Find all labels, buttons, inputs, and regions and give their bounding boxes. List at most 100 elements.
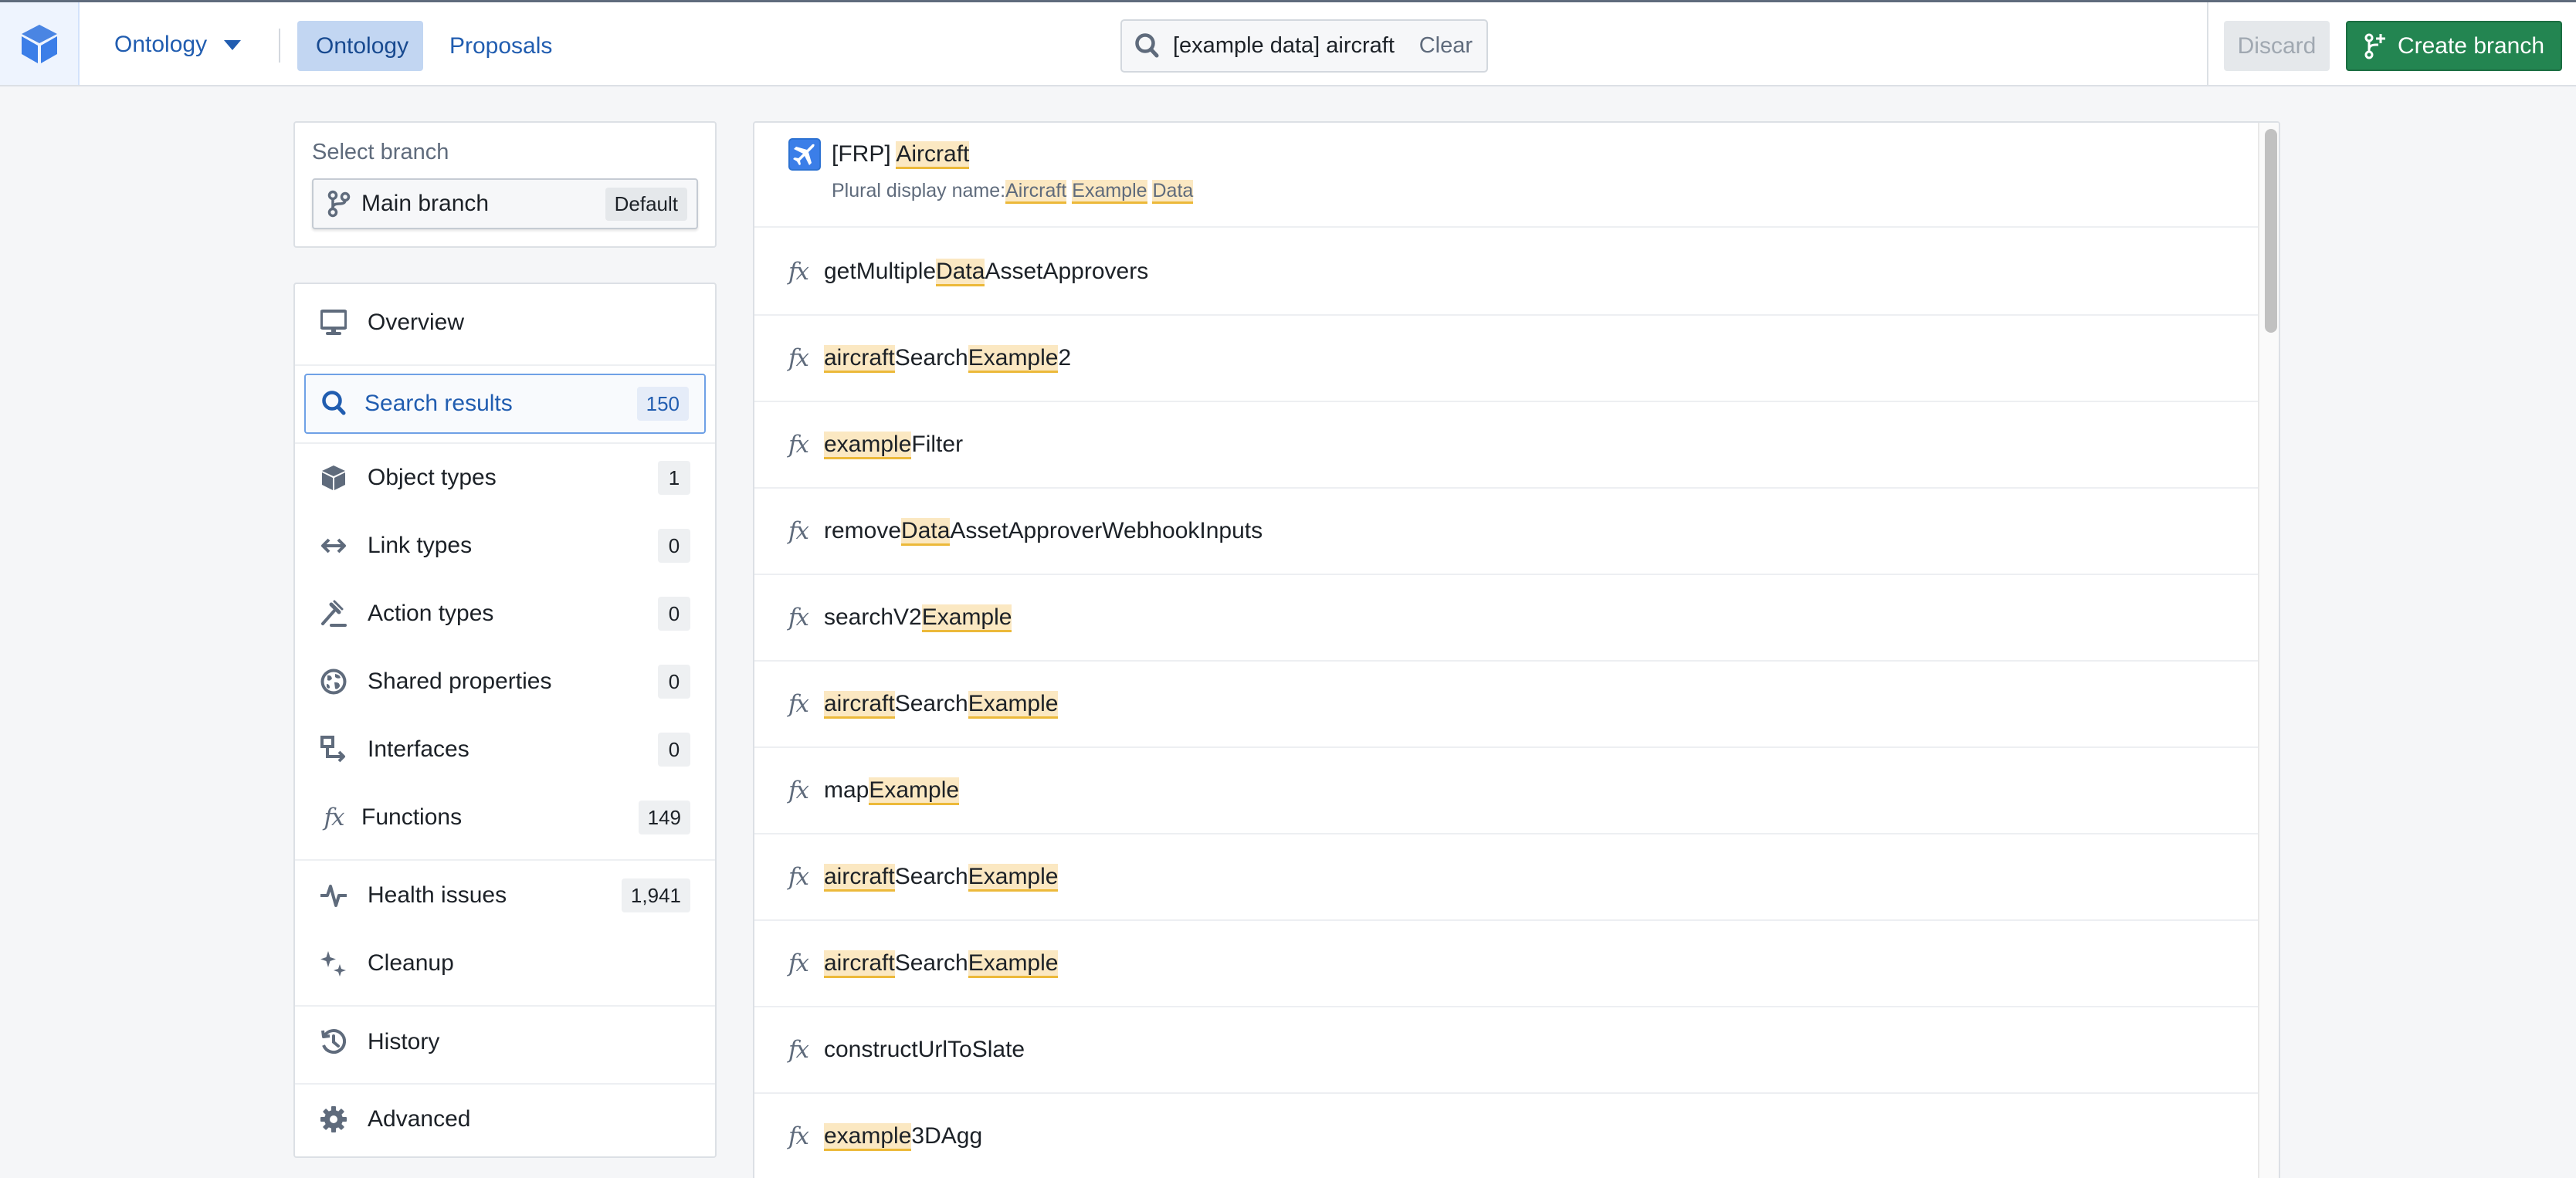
result-function[interactable]: fx exampleFilter [754, 402, 2258, 489]
sidebar-item-health-issues[interactable]: Health issues 1,941 [295, 861, 715, 929]
function-icon: fx [788, 604, 809, 631]
function-name: mapExample [824, 777, 960, 805]
text-segment: getMultiple [824, 259, 937, 284]
sidebar-item-interfaces[interactable]: Interfaces 0 [295, 716, 715, 784]
app-menu-dropdown[interactable]: Ontology [114, 21, 242, 69]
search-input[interactable]: [example data] aircraft Clear [1120, 19, 1488, 73]
match-highlight: Example [921, 604, 1012, 632]
header-divider [279, 29, 280, 63]
function-name: aircraftSearchExample [824, 864, 1059, 892]
sidebar-item-label: Cleanup [368, 950, 454, 976]
sidebar-item-action-types[interactable]: Action types 0 [295, 580, 715, 648]
search-value[interactable]: [example data] aircraft [1173, 33, 1395, 59]
match-highlight: example [824, 1123, 912, 1151]
match-highlight: Example [968, 345, 1059, 373]
branch-select[interactable]: Main branch Default [312, 178, 698, 229]
clear-search-button[interactable]: Clear [1419, 33, 1473, 59]
match-highlight: Example [869, 777, 960, 805]
caret-down-icon [224, 39, 242, 50]
function-icon: fx [788, 517, 809, 545]
sidebar-item-label: Health issues [368, 882, 507, 908]
branch-label: Select branch [312, 140, 449, 164]
sidebar-item-label: Shared properties [368, 669, 552, 694]
result-function[interactable]: fx aircraftSearchExample [754, 662, 2258, 748]
scrollbar-thumb[interactable] [2265, 129, 2277, 333]
nav-divider [295, 1005, 715, 1007]
sidebar-item-search-results[interactable]: Search results 150 [304, 374, 706, 434]
tab-label: Ontology [316, 32, 409, 59]
result-function[interactable]: fx getMultipleDataAssetApprovers [754, 229, 2258, 316]
nav-divider [295, 1083, 715, 1085]
sidebar-nav: Overview Search results 150 Object types… [293, 283, 717, 1158]
sidebar-item-label: Advanced [368, 1106, 471, 1132]
cube-icon [322, 465, 345, 490]
function-name: aircraftSearchExample [824, 691, 1059, 719]
function-name: searchV2Example [824, 604, 1012, 632]
match-highlight: aircraft [824, 691, 895, 719]
result-object-type[interactable]: [FRP] Aircraft Plural display name:Aircr… [754, 123, 2258, 228]
match-highlight: Data [1152, 180, 1194, 204]
function-icon: fx [788, 431, 809, 459]
text-segment: map [824, 777, 869, 803]
sidebar-item-label: Interfaces [368, 736, 469, 762]
tab-proposals[interactable]: Proposals [431, 21, 571, 71]
results-scrollbar[interactable] [2258, 123, 2279, 1178]
count-badge: 0 [658, 733, 690, 767]
result-function[interactable]: fx aircraftSearchExample2 [754, 316, 2258, 402]
match-highlight: Aircraft [896, 141, 970, 169]
header-divider-right [2207, 2, 2208, 85]
match-highlight: aircraft [824, 345, 895, 373]
function-name: getMultipleDataAssetApprovers [824, 259, 1149, 286]
result-function[interactable]: fx constructUrlToSlate [754, 1007, 2258, 1094]
result-function[interactable]: fx aircraftSearchExample [754, 921, 2258, 1007]
sidebar-item-overview[interactable]: Overview [295, 289, 715, 357]
sidebar-item-advanced[interactable]: Advanced [295, 1085, 715, 1153]
count-badge: 1,941 [621, 878, 690, 912]
function-name: aircraftSearchExample [824, 950, 1059, 978]
result-function[interactable]: fx removeDataAssetApproverWebhookInputs [754, 489, 2258, 575]
sidebar-item-shared-properties[interactable]: Shared properties 0 [295, 648, 715, 716]
sidebar-item-label: History [368, 1029, 440, 1054]
result-function[interactable]: fx searchV2Example [754, 575, 2258, 662]
function-name: aircraftSearchExample2 [824, 345, 1071, 373]
git-branch-plus-icon [2364, 33, 2385, 59]
sidebar-item-label: Overview [368, 310, 465, 335]
sidebar-item-functions[interactable]: fx Functions 149 [295, 784, 715, 851]
match-highlight: Aircraft [1005, 180, 1067, 204]
result-function[interactable]: fx aircraftSearchExample [754, 834, 2258, 921]
sidebar-item-history[interactable]: History [295, 1008, 715, 1076]
function-icon: fx [788, 258, 809, 286]
branch-selector-card: Select branch Main branch Default [293, 121, 717, 248]
globe-icon [320, 669, 347, 695]
result-function[interactable]: fx example3DAgg [754, 1094, 2258, 1178]
discard-button[interactable]: Discard [2224, 21, 2330, 71]
create-branch-button[interactable]: Create branch [2346, 21, 2562, 71]
pulse-icon [320, 885, 347, 907]
count-badge: 0 [658, 665, 690, 699]
result-function[interactable]: fx mapExample [754, 748, 2258, 834]
object-type-plural-name: Plural display name:Aircraft Example Dat… [832, 180, 2258, 204]
sidebar-item-cleanup[interactable]: Cleanup [295, 929, 715, 997]
text-segment: remove [824, 518, 902, 543]
nav-divider [295, 364, 715, 366]
sidebar-item-object-types[interactable]: Object types 1 [295, 444, 715, 512]
function-icon: fx [788, 777, 809, 804]
count-badge: 150 [636, 387, 689, 421]
sidebar-item-link-types[interactable]: Link types 0 [295, 512, 715, 580]
text-segment: AssetApprovers [985, 259, 1149, 284]
text-segment: Filter [911, 432, 964, 457]
app-menu-label: Ontology [114, 32, 208, 57]
match-highlight: Data [936, 259, 985, 286]
search-results-list: [FRP] Aircraft Plural display name:Aircr… [753, 121, 2280, 1178]
match-highlight: Example [968, 691, 1059, 719]
count-badge: 0 [658, 529, 690, 563]
gear-icon [320, 1106, 347, 1132]
app-logo[interactable] [0, 2, 80, 85]
sidebar-item-label: Functions [361, 804, 463, 830]
function-icon: fx [788, 1036, 809, 1064]
monitor-icon [320, 310, 347, 335]
object-type-title: [FRP] Aircraft [832, 141, 970, 169]
sidebar-item-label: Link types [368, 533, 473, 558]
match-highlight: Data [901, 518, 951, 546]
tab-ontology[interactable]: Ontology [297, 21, 423, 71]
